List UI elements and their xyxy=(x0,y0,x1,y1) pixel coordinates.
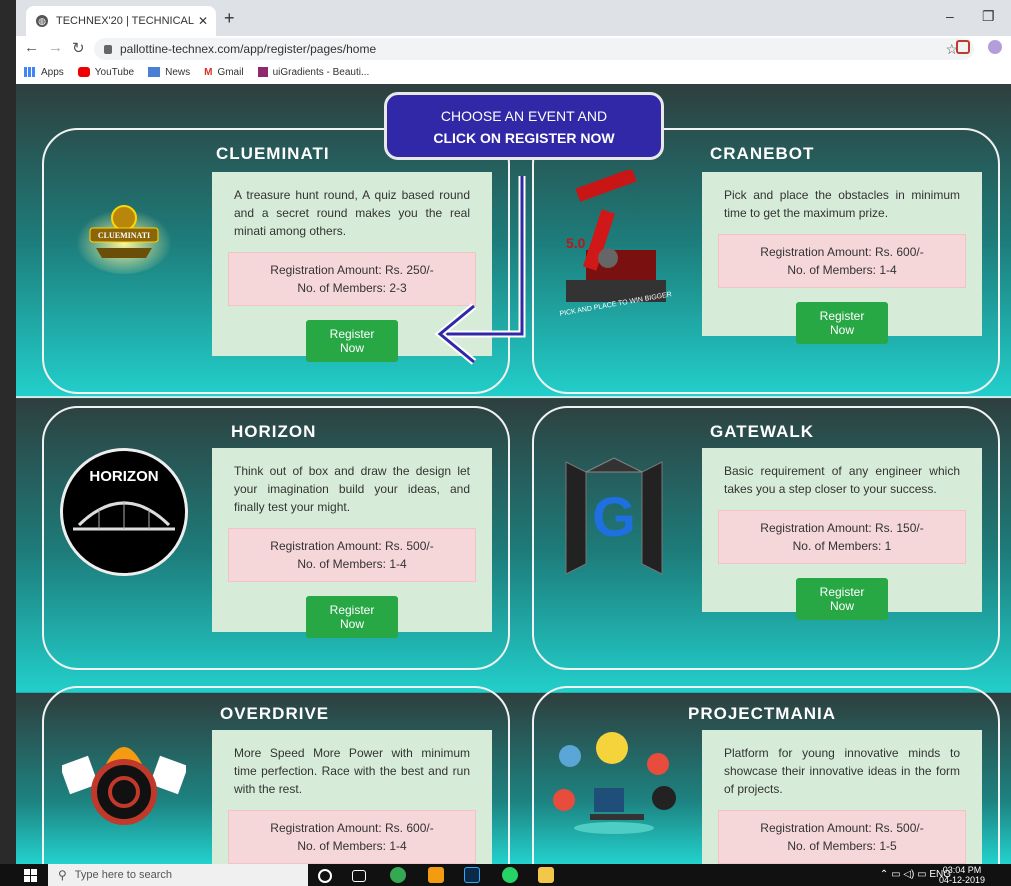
members-count: No. of Members: 1 xyxy=(792,539,892,553)
instruction-callout: CHOOSE AN EVENT AND CLICK ON REGISTER NO… xyxy=(384,92,664,160)
callout-line-2: CLICK ON REGISTER NOW xyxy=(433,130,615,146)
new-tab-icon[interactable]: + xyxy=(224,8,235,29)
registration-amount: Registration Amount: Rs. 150/- xyxy=(760,521,924,535)
photoshop-icon[interactable] xyxy=(464,867,480,883)
browser-tab[interactable]: ◍ TECHNEX'20 | TECHNICAL EVENT ✕ xyxy=(26,6,216,36)
close-tab-icon[interactable]: ✕ xyxy=(198,14,208,28)
site-icon: ◍ xyxy=(36,15,48,27)
extension-icon[interactable] xyxy=(956,40,970,54)
register-now-button[interactable]: Register Now xyxy=(306,596,398,638)
arrow-icon xyxy=(434,176,526,365)
gmail-icon: M xyxy=(204,66,213,78)
bookmark-youtube[interactable]: YouTube xyxy=(77,66,135,78)
back-icon[interactable]: ← xyxy=(24,39,39,56)
page-content: CLUEMINATI CRANEBOT CLUEMINATI PICK AND … xyxy=(16,84,1011,864)
callout-line-1: CHOOSE AN EVENT AND xyxy=(440,108,608,124)
event-description: Think out of box and draw the design let… xyxy=(234,464,470,514)
tab-strip: ◍ TECHNEX'20 | TECHNICAL EVENT ✕ + – ❐ xyxy=(16,0,1011,36)
clock-time: 03:04 PM xyxy=(942,865,982,875)
clock[interactable]: 03:04 PM 04-12-2019 xyxy=(939,865,985,885)
event-panel: Pick and place the obstacles in minimum … xyxy=(702,172,982,344)
bookmarks-bar: Apps YouTube News M Gmail uiGradients - B… xyxy=(16,60,1011,85)
clueminati-logo: CLUEMINATI xyxy=(74,194,174,274)
chrome-icon[interactable] xyxy=(390,867,406,883)
news-icon xyxy=(148,67,161,77)
address-bar-row: ← → ↻ pallottine-technex.com/app/registe… xyxy=(16,36,1011,60)
svg-text:5.0: 5.0 xyxy=(566,235,586,251)
bookmark-gmail[interactable]: M Gmail xyxy=(204,67,243,78)
file-explorer-icon[interactable] xyxy=(538,867,554,883)
event-panel: Think out of box and draw the design let… xyxy=(212,448,492,638)
search-icon: ⚲ xyxy=(58,868,67,882)
event-panel: Platform for young innovative minds to s… xyxy=(702,730,982,864)
lock-icon xyxy=(104,44,112,54)
members-count: No. of Members: 1-4 xyxy=(297,557,407,571)
forward-icon[interactable]: → xyxy=(48,39,63,56)
projectmania-image xyxy=(550,728,680,840)
clock-date: 04-12-2019 xyxy=(938,875,985,885)
address-bar[interactable]: pallottine-technex.com/app/register/page… xyxy=(94,38,974,60)
bookmark-label: uiGradients - Beauti... xyxy=(272,66,370,78)
uigradients-icon xyxy=(257,67,268,77)
members-count: No. of Members: 1-4 xyxy=(297,839,407,853)
minimize-icon[interactable]: – xyxy=(946,8,954,24)
fee-box: Registration Amount: Rs. 500/- No. of Me… xyxy=(228,528,476,582)
whatsapp-icon[interactable] xyxy=(502,867,518,883)
register-now-button[interactable]: Register Now xyxy=(796,578,888,620)
members-count: No. of Members: 1-5 xyxy=(787,839,897,853)
register-now-button[interactable]: Register Now xyxy=(796,302,888,344)
svg-text:CLUEMINATI: CLUEMINATI xyxy=(98,231,150,240)
event-title: CRANEBOT xyxy=(710,144,815,163)
event-description: Basic requirement of any engineer which … xyxy=(724,464,960,496)
event-description: More Speed More Power with minimum time … xyxy=(234,746,470,796)
event-title: GATEWALK xyxy=(710,422,815,441)
bookmark-label: News xyxy=(165,66,191,78)
event-description: Platform for young innovative minds to s… xyxy=(724,746,960,796)
event-description: Pick and place the obstacles in minimum … xyxy=(724,188,960,220)
browser-window: ◍ TECHNEX'20 | TECHNICAL EVENT ✕ + – ❐ ←… xyxy=(16,0,1011,85)
svg-text:G: G xyxy=(592,485,636,548)
event-title: CLUEMINATI xyxy=(216,144,330,163)
taskbar-search-box[interactable]: ⚲ Type here to search xyxy=(48,864,308,886)
members-count: No. of Members: 1-4 xyxy=(787,263,897,277)
registration-amount: Registration Amount: Rs. 600/- xyxy=(270,821,434,835)
svg-text:HORIZON: HORIZON xyxy=(89,468,158,485)
sublime-icon[interactable] xyxy=(428,867,444,883)
youtube-icon xyxy=(77,67,90,77)
cortana-icon[interactable] xyxy=(318,869,332,883)
bookmark-label: Gmail xyxy=(217,66,244,78)
register-now-button[interactable]: Register Now xyxy=(306,320,398,362)
tab-title: TECHNEX'20 | TECHNICAL EVENT xyxy=(56,15,194,27)
apps-icon xyxy=(24,67,36,77)
event-panel: Basic requirement of any engineer which … xyxy=(702,448,982,620)
registration-amount: Registration Amount: Rs. 500/- xyxy=(270,539,434,553)
registration-amount: Registration Amount: Rs. 600/- xyxy=(760,245,924,259)
bookmark-label: Apps xyxy=(41,66,64,78)
overdrive-logo xyxy=(59,734,189,830)
bookmark-apps[interactable]: Apps xyxy=(24,67,64,78)
event-title: HORIZON xyxy=(231,422,317,441)
profile-icon[interactable] xyxy=(988,40,1002,54)
horizon-logo: HORIZON xyxy=(60,448,188,576)
search-placeholder: Type here to search xyxy=(74,869,173,881)
bookmark-label: YouTube xyxy=(94,66,135,78)
reload-icon[interactable]: ↻ xyxy=(72,39,85,57)
fee-box: Registration Amount: Rs. 600/- No. of Me… xyxy=(228,810,476,864)
fee-box: Registration Amount: Rs. 150/- No. of Me… xyxy=(718,510,966,564)
windows-taskbar: ⚲ Type here to search ⌃ ▭ ◁) ▭ ENG 03:04… xyxy=(0,864,1011,886)
url-text: pallottine-technex.com/app/register/page… xyxy=(120,42,377,56)
event-title: OVERDRIVE xyxy=(220,704,330,723)
event-title: PROJECTMANIA xyxy=(688,704,837,723)
bookmark-news[interactable]: News xyxy=(148,67,190,78)
event-panel: More Speed More Power with minimum time … xyxy=(212,730,492,864)
fee-box: Registration Amount: Rs. 600/- No. of Me… xyxy=(718,234,966,288)
task-view-icon[interactable] xyxy=(352,870,366,882)
bookmark-uigradients[interactable]: uiGradients - Beauti... xyxy=(257,66,370,78)
registration-amount: Registration Amount: Rs. 500/- xyxy=(760,821,924,835)
cranebot-image: PICK AND PLACE TO WIN BIGGER 5.0 xyxy=(546,168,676,320)
gatewalk-logo: G xyxy=(562,454,666,576)
windows-start-icon[interactable] xyxy=(24,869,38,883)
fee-box: Registration Amount: Rs. 500/- No. of Me… xyxy=(718,810,966,864)
restore-icon[interactable]: ❐ xyxy=(982,8,995,25)
